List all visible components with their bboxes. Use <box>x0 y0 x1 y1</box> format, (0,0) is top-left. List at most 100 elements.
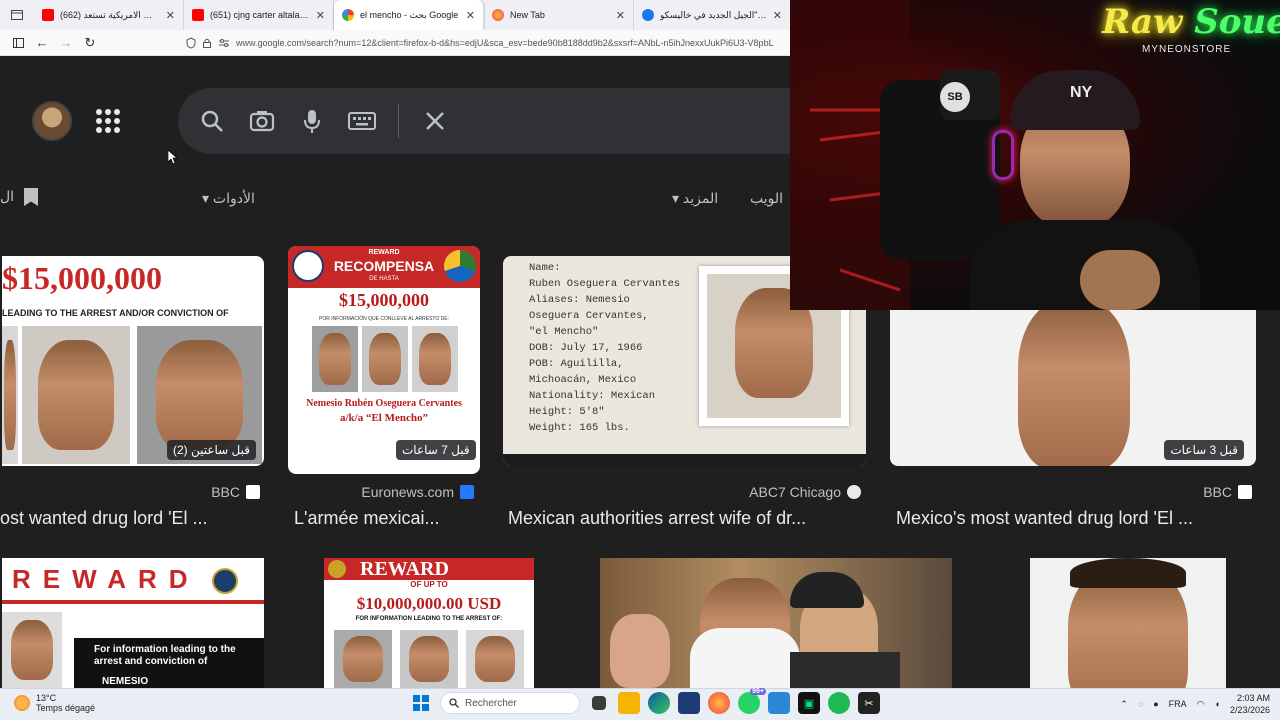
firefox-icon <box>492 9 504 21</box>
forward-button[interactable]: → <box>54 31 78 55</box>
tray-mic-icon[interactable]: ● <box>1153 699 1158 709</box>
tray-wifi-icon[interactable]: ◠ <box>1197 699 1205 710</box>
chair-logo-icon: SB <box>940 82 970 112</box>
tab-label: (651) cjng carter altalary video <box>210 10 310 20</box>
close-tab-icon[interactable]: ✕ <box>466 9 475 22</box>
lens-camera-icon[interactable] <box>248 107 276 135</box>
reload-button[interactable]: ↻ <box>78 31 102 55</box>
filter-web[interactable]: الويب <box>750 190 783 207</box>
close-tab-icon[interactable]: ✕ <box>773 9 782 22</box>
shield-icon[interactable] <box>186 37 196 49</box>
wanted-poster-image[interactable]: $15,000,000 LEADING TO THE ARREST AND/OR… <box>2 256 264 466</box>
seal-icon <box>444 250 476 282</box>
taskbar-apps: Rechercher 99+ ▣ ✂ <box>410 688 880 714</box>
neon-sign-right: Soueelt <box>1194 2 1280 42</box>
url-bar[interactable]: www.google.com/search?num=12&client=fire… <box>178 32 790 54</box>
search-icon[interactable] <box>198 107 226 135</box>
whatsapp-icon[interactable]: 99+ <box>738 688 766 714</box>
firefox-icon[interactable] <box>708 692 730 714</box>
source-name: Euronews.com <box>361 484 454 500</box>
tray-language[interactable]: FRA <box>1169 699 1187 709</box>
dea-badge-icon <box>328 560 346 578</box>
tab-new-tab[interactable]: New Tab ✕ <box>484 0 634 30</box>
filter-tools-label: الأدوات <box>212 190 255 206</box>
tab-google-search[interactable]: el mencho - بحث Google ✕ <box>334 0 484 30</box>
task-view-icon[interactable] <box>592 696 606 710</box>
search-separator <box>398 104 399 138</box>
reward-poster-image[interactable]: REWARD RECOMPENSA DE HASTA $15,000,000 P… <box>288 246 480 474</box>
result-title[interactable]: Mexico's most wanted drug lord 'El ... <box>896 508 1256 529</box>
poster-amount: $10,000,000.00 USD <box>356 594 502 613</box>
file-explorer-icon[interactable] <box>618 692 640 714</box>
tab-list-icon[interactable] <box>0 0 34 30</box>
poster-alias: a/k/a “El Mencho” <box>339 412 428 424</box>
result-source: BBC <box>890 484 1252 500</box>
weather-widget[interactable]: 13°C Temps dégagé <box>14 693 95 713</box>
google-apps-icon[interactable] <box>96 109 120 133</box>
poster-name: Nemesio Rubén Oseguera Cervantes <box>306 398 462 409</box>
system-tray: ⌃ ◌ ● FRA ◠ ◖ 2:03 AM 2/23/2026 <box>1120 692 1270 716</box>
filter-tools[interactable]: ▾ الأدوات <box>202 190 255 207</box>
tray-chevron-icon[interactable]: ⌃ <box>1120 699 1128 710</box>
back-button[interactable]: ← <box>30 31 54 55</box>
tray-network-icon[interactable]: ◌ <box>1138 699 1143 709</box>
capcut-app-icon[interactable]: ✂ <box>858 692 880 714</box>
mugshot <box>2 326 18 464</box>
tab-youtube-1[interactable]: (662) القادمات الامريكية تستعد ✕ <box>34 0 184 30</box>
poster-caption: LEADING TO THE ARREST AND/OR CONVICTION … <box>2 308 229 318</box>
mugshot <box>466 630 524 688</box>
filter-partial-label[interactable]: ال <box>0 188 14 205</box>
dossier-line: DOB: July 17, 1966 <box>529 342 643 354</box>
weather-desc: Temps dégagé <box>36 703 96 713</box>
tab-facebook[interactable]: عصابة "الجيل الجديد في خاليسكو ✕ <box>634 0 790 30</box>
account-avatar[interactable] <box>32 101 72 141</box>
browser-tab-strip: (662) القادمات الامريكية تستعد ✕ (651) c… <box>0 0 790 30</box>
clear-search-icon[interactable] <box>421 107 449 135</box>
close-tab-icon[interactable]: ✕ <box>166 9 175 22</box>
portrait-image[interactable]: قبل 3 ساعات <box>890 310 1256 466</box>
capcut-icon[interactable]: ▣ <box>798 692 820 714</box>
edge-icon[interactable] <box>648 692 670 714</box>
poster-amount: $15,000,000 <box>2 260 162 296</box>
photos-icon[interactable] <box>768 692 790 714</box>
reward-poster-image[interactable]: REWARD OF UP TO $10,000,000.00 USD FOR I… <box>324 558 534 688</box>
taskbar-search[interactable]: Rechercher <box>440 692 580 714</box>
close-tab-icon[interactable]: ✕ <box>316 9 325 22</box>
bbc-icon <box>1238 485 1252 499</box>
cap <box>790 572 864 608</box>
poster-sub: OF UP TO <box>410 580 448 589</box>
result-title[interactable]: ost wanted drug lord 'El ... <box>0 508 262 529</box>
store-icon[interactable] <box>678 692 700 714</box>
dossier-line: Nationality: Mexican <box>529 390 656 402</box>
lock-icon[interactable] <box>202 37 212 49</box>
youtube-icon <box>42 9 54 21</box>
neon-sign: Raw Soueelt <box>1102 2 1280 42</box>
tab-youtube-2[interactable]: (651) cjng carter altalary video ✕ <box>184 0 334 30</box>
tray-volume-icon[interactable]: ◖ <box>1215 699 1220 709</box>
poster-caption: POR INFORMACIÓN QUE CONLLEVE AL ARRESTO … <box>318 316 450 322</box>
tab-label: (662) القادمات الامريكية تستعد <box>60 9 160 20</box>
filter-more[interactable]: ▾ المزيد <box>672 190 718 207</box>
taskbar-clock[interactable]: 2:03 AM 2/23/2026 <box>1230 692 1270 716</box>
dossier-line: Michoacán, Mexico <box>529 374 637 386</box>
close-tab-icon[interactable]: ✕ <box>616 9 625 22</box>
result-source: ABC7 Chicago <box>503 484 861 500</box>
portrait-image[interactable] <box>1030 558 1226 688</box>
mugshot <box>2 612 62 688</box>
mugshot <box>412 326 458 392</box>
mugshot <box>334 630 392 688</box>
spotify-icon[interactable] <box>828 692 850 714</box>
keyboard-icon[interactable] <box>348 107 376 135</box>
group-photo-image[interactable] <box>600 558 952 688</box>
saved-bookmark-icon[interactable] <box>24 188 38 206</box>
dossier-line: Weight: 165 lbs. <box>529 422 630 434</box>
result-title[interactable]: L'armée mexicai... <box>294 508 480 529</box>
start-button[interactable] <box>410 692 432 714</box>
dossier-line: POB: Aguililla, <box>529 358 624 370</box>
result-title[interactable]: Mexican authorities arrest wife of dr... <box>508 508 863 529</box>
microphone-icon[interactable] <box>298 107 326 135</box>
sidebar-toggle-icon[interactable] <box>6 31 30 55</box>
search-box[interactable] <box>178 88 818 154</box>
reward-poster-image[interactable]: REWARD For information leading to the ar… <box>2 558 264 688</box>
permissions-icon[interactable] <box>218 38 230 48</box>
